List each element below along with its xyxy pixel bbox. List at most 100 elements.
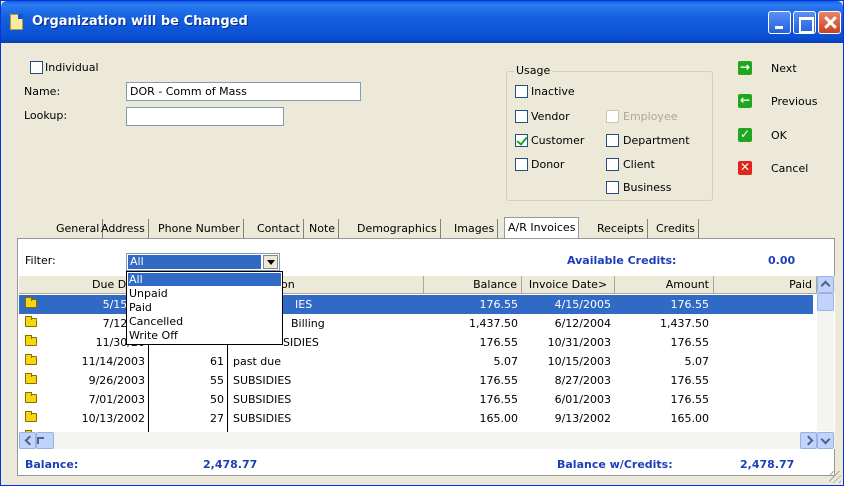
scroll-left-icon[interactable] <box>19 432 36 449</box>
ok-check-icon[interactable]: ✓ <box>738 127 752 142</box>
filter-dropdown-list[interactable]: All Unpaid Paid Cancelled Write Off <box>126 271 283 345</box>
minimize-button[interactable] <box>768 11 791 34</box>
vertical-scrollbar[interactable] <box>817 276 834 431</box>
balance-cell: 176.55 <box>479 393 519 406</box>
title-bar[interactable]: Organization will be Changed <box>1 1 843 43</box>
client-checkbox[interactable] <box>606 158 619 171</box>
filter-select[interactable]: All <box>126 253 280 271</box>
scroll-thumb[interactable] <box>36 432 54 449</box>
balance-cell: 176.55 <box>479 374 519 387</box>
amount-cell: 5.07 <box>684 355 710 368</box>
previous-arrow-icon[interactable]: ← <box>738 93 752 108</box>
balance-cell: 165.00 <box>479 412 519 425</box>
column-header-amount[interactable]: Amount <box>615 276 714 294</box>
tab-contact[interactable]: Contact <box>254 219 304 240</box>
donor-checkbox[interactable] <box>515 158 528 171</box>
folder-icon <box>25 335 37 346</box>
description-cell: SUBSIDIES <box>233 412 292 425</box>
due-date-cell: 11/14/2003 <box>81 355 145 368</box>
next-arrow-icon[interactable]: → <box>738 60 752 75</box>
tab-receipts[interactable]: Receipts <box>594 219 648 240</box>
filter-option-paid[interactable]: Paid <box>128 301 281 314</box>
description-cell: Billing <box>291 317 325 330</box>
business-checkbox[interactable] <box>606 181 619 194</box>
description-cell: SUBSIDIES <box>233 393 292 406</box>
next-button[interactable]: Next <box>771 62 797 75</box>
column-header-balance[interactable]: Balance <box>424 276 522 294</box>
close-button[interactable] <box>818 11 841 34</box>
filter-label: Filter: <box>25 254 56 267</box>
filter-selected-value: All <box>128 255 261 269</box>
table-row[interactable]: 10/13/2002 27 SUBSIDIES 165.00 9/13/2002… <box>19 409 813 428</box>
inactive-label: Inactive <box>531 85 575 98</box>
individual-checkbox[interactable] <box>30 61 43 74</box>
department-checkbox[interactable] <box>606 134 619 147</box>
resize-grip-icon[interactable] <box>829 471 841 483</box>
invoice-date-cell: 4/15/2005 <box>554 298 611 311</box>
number-cell: 55 <box>210 374 224 387</box>
balance-cell: 5.07 <box>493 355 519 368</box>
invoice-date-cell: 6/01/2003 <box>554 393 611 406</box>
number-cell: 27 <box>210 412 224 425</box>
lookup-label: Lookup: <box>24 109 68 122</box>
document-icon <box>10 14 23 30</box>
scroll-up-icon[interactable] <box>817 276 834 293</box>
lookup-field[interactable] <box>126 107 284 126</box>
table-row[interactable]: 11/14/2003 61 past due 5.07 10/15/2003 5… <box>19 352 813 371</box>
tab-demographics[interactable]: Demographics <box>354 219 441 240</box>
window-title: Organization will be Changed <box>32 14 248 29</box>
tab-credits[interactable]: Credits <box>653 219 699 240</box>
filter-option-all[interactable]: All <box>128 273 281 286</box>
chevron-down-icon[interactable] <box>263 255 278 269</box>
invoice-date-cell: 10/15/2003 <box>547 355 611 368</box>
horizontal-scrollbar[interactable] <box>19 432 835 449</box>
number-cell: 61 <box>210 355 224 368</box>
cancel-x-icon[interactable]: ✕ <box>738 160 752 175</box>
tab-phone-number[interactable]: Phone Number <box>155 219 244 240</box>
inactive-checkbox[interactable] <box>515 85 528 98</box>
number-cell: 50 <box>210 393 224 406</box>
tab-note[interactable]: Note <box>306 219 340 240</box>
filter-option-write-off[interactable]: Write Off <box>128 329 281 342</box>
description-cell: SIDIES <box>283 336 319 349</box>
name-field[interactable]: DOR - Comm of Mass <box>126 82 361 101</box>
due-date-cell: 10/13/2002 <box>81 412 145 425</box>
tab-images[interactable]: Images <box>451 219 499 240</box>
scroll-right-icon[interactable] <box>800 432 817 449</box>
individual-label: Individual <box>45 61 99 74</box>
employee-checkbox[interactable] <box>606 110 619 123</box>
scroll-thumb[interactable] <box>817 293 834 311</box>
ok-button[interactable]: OK <box>771 129 787 142</box>
client-label: Client <box>623 158 655 171</box>
folder-icon <box>25 297 37 308</box>
tab-general[interactable]: General <box>53 219 104 240</box>
folder-icon <box>25 392 37 403</box>
invoice-date-cell: 10/31/2003 <box>547 336 611 349</box>
organization-window: Organization will be Changed Individual … <box>0 0 844 486</box>
cancel-button[interactable]: Cancel <box>771 162 808 175</box>
column-header-paid[interactable]: Paid <box>714 276 817 294</box>
tab-address[interactable]: Address <box>98 219 149 240</box>
previous-button[interactable]: Previous <box>771 95 818 108</box>
filter-option-unpaid[interactable]: Unpaid <box>128 287 281 300</box>
amount-cell: 176.55 <box>670 336 710 349</box>
balance-with-credits-label: Balance w/Credits: <box>557 458 673 471</box>
vendor-checkbox[interactable] <box>515 110 528 123</box>
scroll-down-icon[interactable] <box>817 432 834 449</box>
table-row[interactable]: 7/01/2003 50 SUBSIDIES 176.55 6/01/2003 … <box>19 390 813 409</box>
tab-ar-invoices[interactable]: A/R Invoices <box>504 217 580 240</box>
invoice-date-cell: 6/12/2004 <box>554 317 611 330</box>
folder-icon <box>25 316 37 327</box>
maximize-button[interactable] <box>793 11 816 34</box>
description-cell: IES <box>295 298 313 311</box>
name-label: Name: <box>24 85 61 98</box>
customer-checkbox[interactable] <box>515 134 528 147</box>
table-row[interactable]: 9/26/2003 55 SUBSIDIES 176.55 8/27/2003 … <box>19 371 813 390</box>
balance-cell: 1,437.50 <box>469 317 518 330</box>
filter-option-cancelled[interactable]: Cancelled <box>128 315 281 328</box>
amount-cell: 165.00 <box>670 412 710 425</box>
column-header-invoice-date[interactable]: Invoice Date> <box>522 276 615 294</box>
amount-cell: 176.55 <box>670 298 710 311</box>
department-label: Department <box>623 134 690 147</box>
vendor-label: Vendor <box>531 110 570 123</box>
